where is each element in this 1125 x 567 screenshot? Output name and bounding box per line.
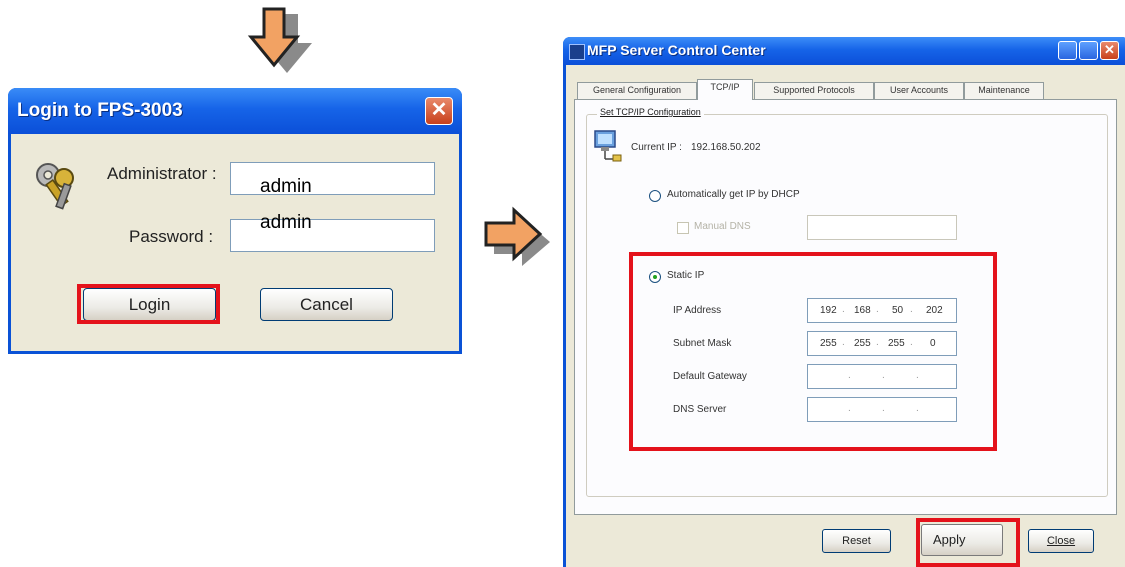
tab-supported-protocols[interactable]: Supported Protocols [754,82,874,99]
server-control-window: MFP Server Control Center ✕ General Conf… [563,37,1125,567]
arrow-down-icon [247,7,312,73]
cancel-button[interactable]: Cancel [260,288,393,321]
tab-general-configuration[interactable]: General Configuration [577,82,697,99]
manual-dns-input[interactable] [807,215,957,240]
server-window-titlebar: MFP Server Control Center ✕ [563,37,1125,65]
password-label: Password : [129,227,214,246]
tab-user-accounts[interactable]: User Accounts [874,82,964,99]
current-ip-value: 192.168.50.202 [691,142,761,153]
maximize-button[interactable] [1079,41,1098,60]
password-value: admin [260,212,312,233]
login-button-highlight [77,284,220,324]
app-icon [569,44,585,60]
keys-icon [36,163,74,210]
minimize-button[interactable] [1058,41,1077,60]
administrator-label: Administrator : [107,164,217,183]
server-window-body: General Configuration TCP/IP Supported P… [566,65,1125,567]
tab-maintenance[interactable]: Maintenance [964,82,1044,99]
login-dialog-title: Login to FPS-3003 [17,100,183,121]
manual-dns-checkbox[interactable] [677,222,689,234]
current-ip-label: Current IP : [631,142,682,153]
administrator-value: admin [260,176,312,197]
group-title: Set TCP/IP Configuration [597,107,704,117]
manual-dns-label: Manual DNS [694,221,751,232]
dhcp-option-label: Automatically get IP by DHCP [667,189,800,200]
arrow-right-icon [484,206,550,266]
login-titlebar: Login to FPS-3003 ✕ [8,88,462,134]
apply-button-highlight [916,518,1020,567]
login-dialog: Login to FPS-3003 ✕ Administrator : Pass… [8,88,462,354]
close-icon[interactable]: ✕ [1100,41,1119,60]
server-window-title: MFP Server Control Center [587,42,766,58]
close-icon[interactable]: ✕ [425,97,453,125]
dhcp-radio[interactable] [649,190,661,202]
static-ip-highlight [629,252,997,451]
reset-button[interactable]: Reset [822,529,891,553]
close-button[interactable]: Close [1028,529,1094,553]
tab-tcp-ip[interactable]: TCP/IP [697,79,753,100]
login-dialog-body: Administrator : Password : admin admin L… [11,134,459,351]
network-computer-icon [594,130,622,162]
